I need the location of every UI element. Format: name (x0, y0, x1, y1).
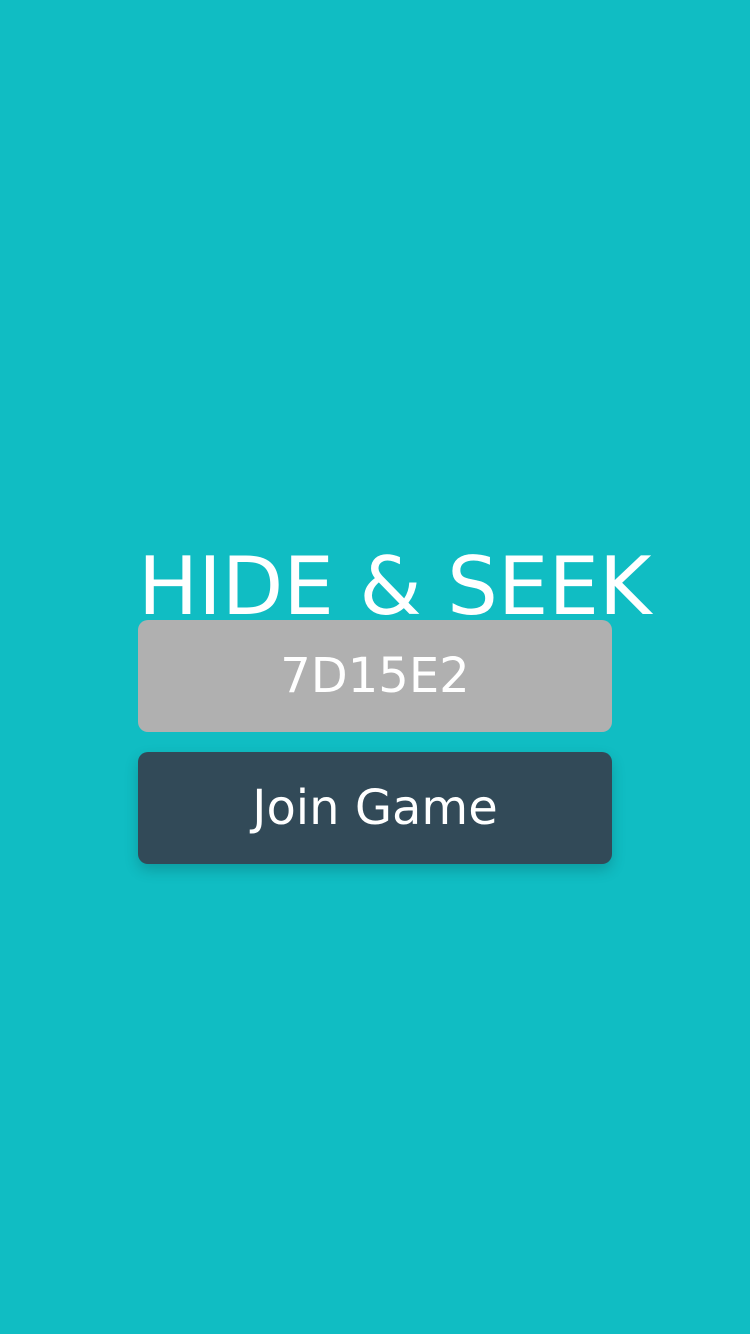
join-game-button[interactable]: Join Game (138, 752, 612, 864)
app-title: HIDE & SEEK (138, 539, 652, 633)
hide-and-seek-screen: HIDE & SEEK Join Game (0, 0, 750, 1334)
game-code-input[interactable] (138, 620, 612, 732)
